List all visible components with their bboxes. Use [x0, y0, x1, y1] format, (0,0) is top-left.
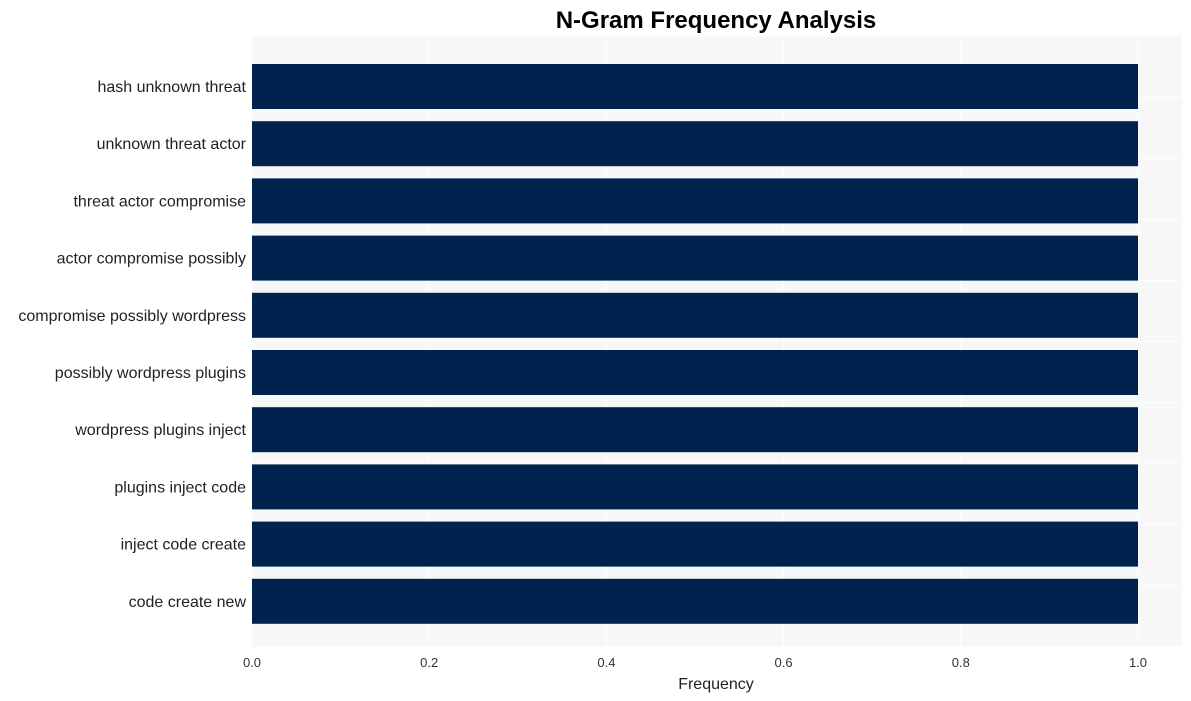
- bar: [252, 350, 1138, 395]
- y-tick-label: actor compromise possibly: [57, 251, 246, 268]
- x-axis-ticks: 0.0 0.2 0.4 0.6 0.8 1.0: [243, 655, 1147, 670]
- y-tick-label: code create new: [129, 594, 247, 611]
- x-axis-label: Frequency: [678, 676, 754, 693]
- x-tick-label: 0.2: [420, 655, 438, 670]
- y-tick-label: inject code create: [121, 537, 247, 554]
- bar: [252, 235, 1138, 281]
- bar: [252, 464, 1138, 510]
- y-tick-label: wordpress plugins inject: [74, 422, 246, 439]
- y-axis-labels: hash unknown threat unknown threat actor t…: [18, 79, 246, 611]
- y-tick-label: possibly wordpress plugins: [55, 365, 246, 382]
- x-tick-label: 0.6: [775, 655, 793, 670]
- y-tick-label: compromise possibly wordpress: [18, 308, 246, 325]
- y-tick-label: plugins inject code: [114, 479, 246, 496]
- x-tick-label: 1.0: [1129, 655, 1147, 670]
- bar: [252, 292, 1138, 338]
- bar: [252, 121, 1138, 167]
- bar: [252, 64, 1138, 109]
- x-tick-label: 0.0: [243, 655, 261, 670]
- bar: [252, 407, 1138, 453]
- bar: [252, 578, 1138, 624]
- chart-title: N-Gram Frequency Analysis: [556, 7, 877, 34]
- x-tick-label: 0.4: [597, 655, 615, 670]
- chart: N-Gram Frequency Analysis hash unknown t…: [18, 7, 1182, 693]
- y-tick-label: hash unknown threat: [97, 79, 246, 96]
- x-tick-label: 0.8: [952, 655, 970, 670]
- y-tick-label: unknown threat actor: [97, 136, 247, 153]
- y-tick-label: threat actor compromise: [73, 193, 246, 210]
- bar: [252, 521, 1138, 567]
- bar: [252, 178, 1138, 224]
